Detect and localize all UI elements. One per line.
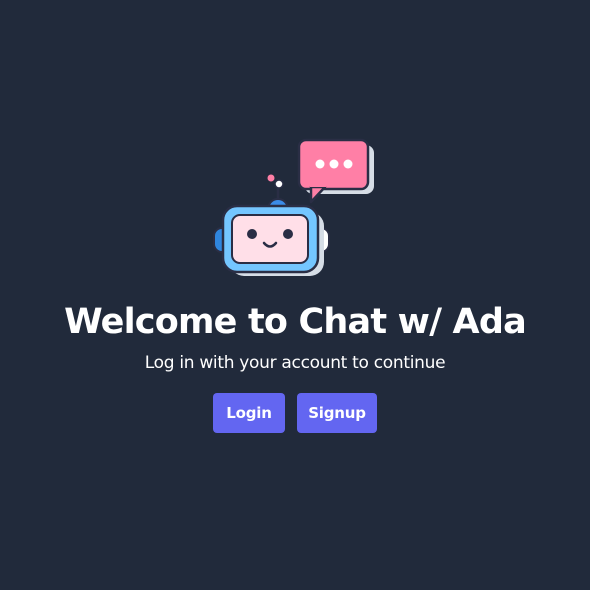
welcome-subtitle: Log in with your account to continue xyxy=(144,353,446,373)
auth-actions: Login Signup xyxy=(0,393,590,433)
signup-button[interactable]: Signup xyxy=(297,393,377,433)
login-button[interactable]: Login xyxy=(213,393,285,433)
robot-chat-icon xyxy=(208,136,384,280)
welcome-title: Welcome to Chat w/ Ada xyxy=(64,302,527,342)
welcome-screen: Welcome to Chat w/ Ada Log in with your … xyxy=(0,0,590,590)
